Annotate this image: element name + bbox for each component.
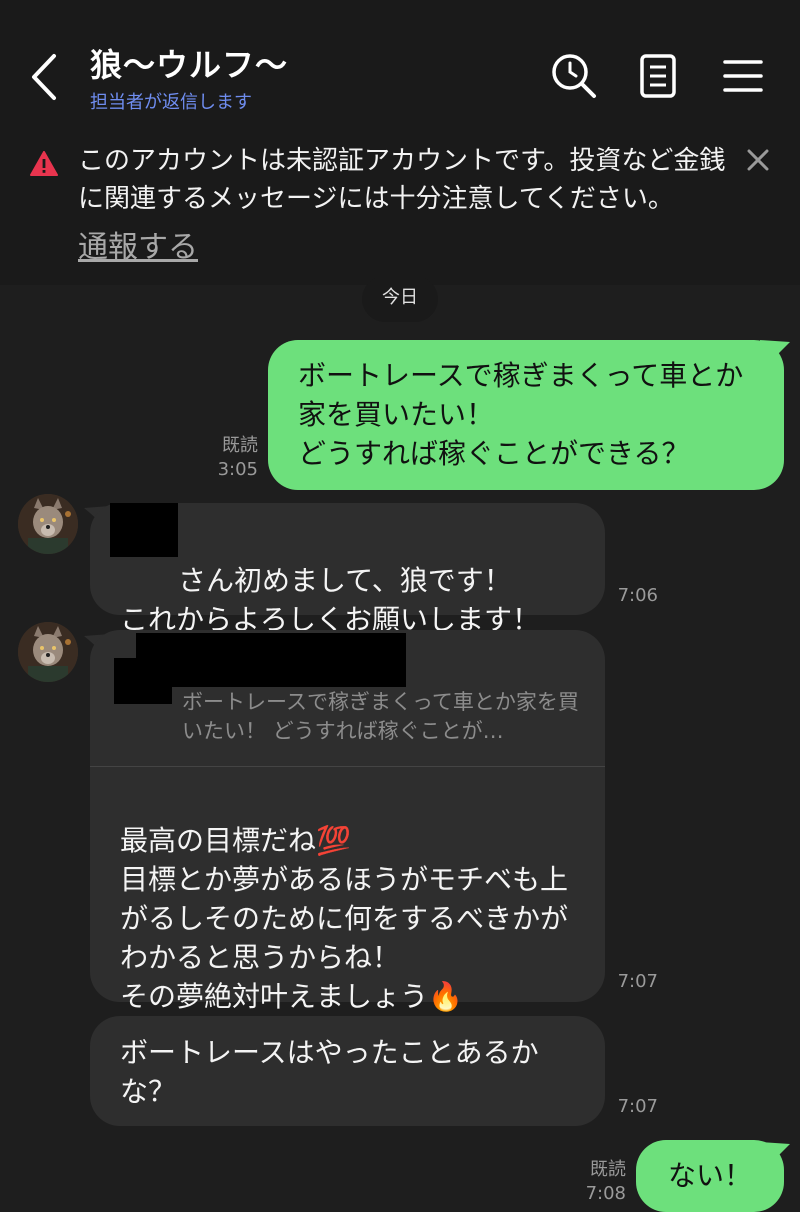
message-time: 7:06 [617, 585, 658, 606]
close-icon[interactable] [744, 146, 772, 174]
message-time: 7:08 [585, 1183, 626, 1204]
date-separator: 今日 [362, 276, 438, 322]
warning-icon [30, 151, 58, 177]
message-time: 7:07 [617, 971, 658, 992]
quote-divider [90, 766, 605, 767]
warning-message: このアカウントは未認証アカウントです。投資など金銭に関連するメッセージには十分注… [78, 146, 726, 214]
outgoing-message[interactable]: ない！ [636, 1140, 784, 1212]
report-link[interactable]: 通報する [78, 222, 198, 266]
redacted-quote-sender [136, 633, 406, 687]
message-time: 7:07 [617, 1096, 658, 1117]
quoted-message[interactable]: ボートレースで稼ぎまくって車とか家を買いたい！ どうすれば稼ぐことが… [182, 688, 592, 746]
menu-icon[interactable] [719, 52, 767, 100]
redacted-name [110, 503, 178, 557]
search-icon[interactable] [550, 52, 598, 100]
message-meta: 既読 7:08 [560, 1158, 626, 1206]
message-text: 最高の目標だね💯 目標とか夢があるほうがモチベも上がるしそのために何をするべきか… [120, 824, 569, 1013]
read-receipt: 既読 [222, 435, 258, 456]
chat-header: 狼～ウルフ～ 担当者が返信します このアカウントは未認証アカウントです。投資など… [0, 0, 800, 285]
read-receipt: 既読 [590, 1159, 626, 1180]
message-meta: 既読 3:05 [190, 434, 258, 482]
chat-title[interactable]: 狼～ウルフ～ [90, 40, 288, 86]
incoming-message[interactable]: ボートレースはやったことあるかな？ [90, 1016, 605, 1126]
redacted-quote-avatar [114, 658, 172, 704]
message-text: さん初めまして、狼です！ これからよろしくお願いします！ [120, 564, 541, 636]
notes-icon[interactable] [634, 52, 682, 100]
message-time: 3:05 [217, 459, 258, 480]
chat-subtitle: 担当者が返信します [90, 92, 252, 113]
back-icon[interactable] [24, 52, 64, 102]
wolf-avatar[interactable] [18, 622, 78, 682]
outgoing-message[interactable]: ボートレースで稼ぎまくって車とか家を買いたい！ どうすれば稼ぐことができる？ [268, 340, 784, 490]
wolf-avatar[interactable] [18, 494, 78, 554]
